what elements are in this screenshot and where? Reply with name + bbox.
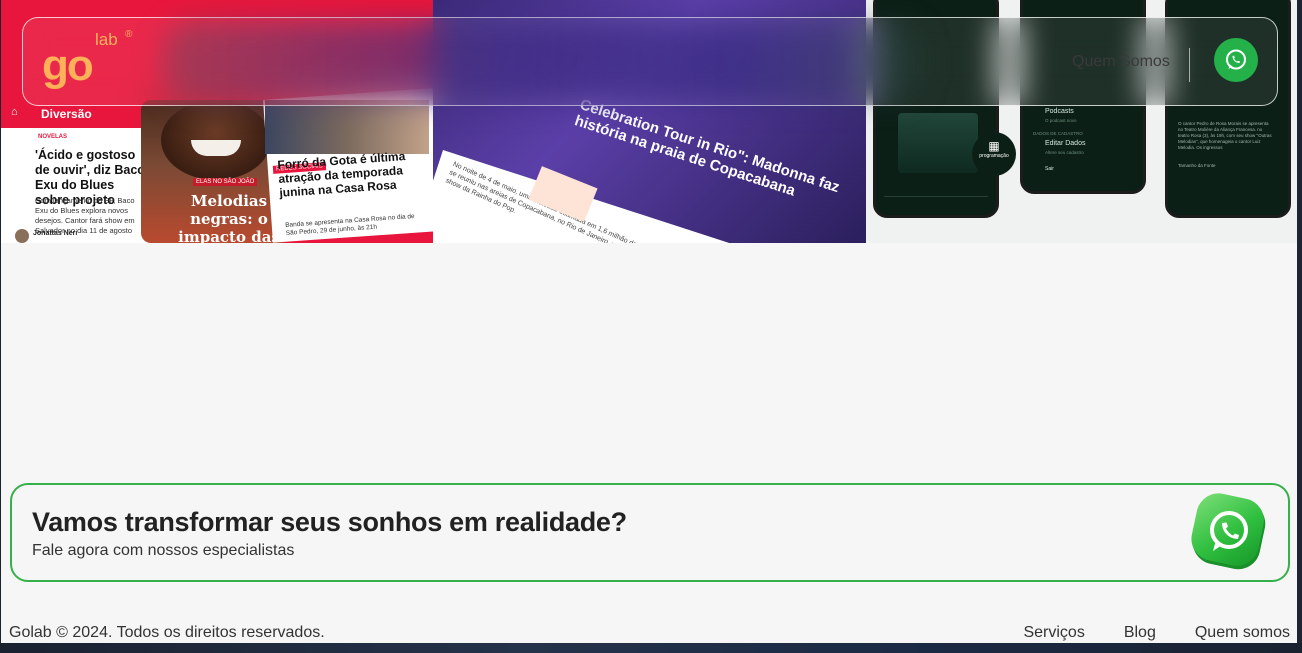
window-edge [1297, 0, 1302, 643]
author-avatar [15, 229, 29, 243]
whatsapp-button[interactable] [1214, 38, 1258, 82]
cta-title: Vamos transformar seus sonhos em realida… [32, 507, 627, 537]
news-author: Jonattas Neri [33, 230, 78, 237]
site-header: go lab ® Quem Somos [22, 17, 1278, 106]
page: ⌂ Diversão NOVELAS 'Ácido e gostoso de o… [1, 0, 1297, 643]
whatsapp-3d-icon[interactable] [1189, 493, 1269, 573]
programacao-badge: ▦ programação [972, 132, 1016, 176]
home-icon: ⌂ [11, 106, 18, 118]
news-card-2-photo [265, 100, 429, 154]
golab-logo[interactable]: go lab ® [42, 29, 142, 90]
logo-lab: lab [95, 30, 118, 49]
whatsapp-icon [1226, 49, 1246, 70]
logo-registered: ® [125, 29, 133, 40]
phone-3-article: O cantor Pedro de Rosa Morais se apresen… [1178, 121, 1272, 150]
news-tag: NOVELAS [38, 134, 68, 140]
footer-copyright: Golab © 2024. Todos os direitos reservad… [9, 624, 325, 641]
phone-3-font-size: Tamanho da Fonte [1178, 163, 1216, 168]
calendar-icon: ▦ [988, 139, 1000, 153]
photo-tag: ELAS NO SÃO JOÃO [193, 178, 258, 186]
cta-subtitle: Fale agora com nossos especialistas [32, 542, 295, 559]
logo-go: go [42, 41, 94, 90]
header-divider [1189, 48, 1190, 82]
programacao-label: programação [979, 153, 1009, 159]
footer-link-servicos[interactable]: Serviços [1023, 624, 1084, 642]
menu-section: DADOS DE CADASTRO [1033, 131, 1083, 136]
menu-edit-data-sub: Altere seu cadastro [1045, 150, 1084, 155]
cta-banner[interactable]: Vamos transformar seus sonhos em realida… [10, 483, 1290, 582]
desktop-taskbar [0, 643, 1302, 653]
footer-nav: Serviços Blog Quem somos [1023, 624, 1290, 642]
phone-1-photo [898, 113, 978, 173]
menu-edit-data: Editar Dados [1045, 140, 1086, 147]
menu-podcasts-sub: O podcast novo [1045, 118, 1077, 123]
menu-exit: Sair [1045, 166, 1054, 172]
news-section-title: Diversão [41, 107, 92, 121]
header-backdrop [163, 22, 923, 102]
footer-link-quem-somos[interactable]: Quem somos [1195, 624, 1290, 642]
footer-link-blog[interactable]: Blog [1124, 624, 1156, 642]
nav-quem-somos[interactable]: Quem Somos [1072, 53, 1170, 71]
article-title: Celebration Tour in Rio": Madonna faz hi… [572, 96, 842, 200]
phone-1-navbar [884, 196, 988, 207]
menu-podcasts: Podcasts [1045, 108, 1074, 115]
